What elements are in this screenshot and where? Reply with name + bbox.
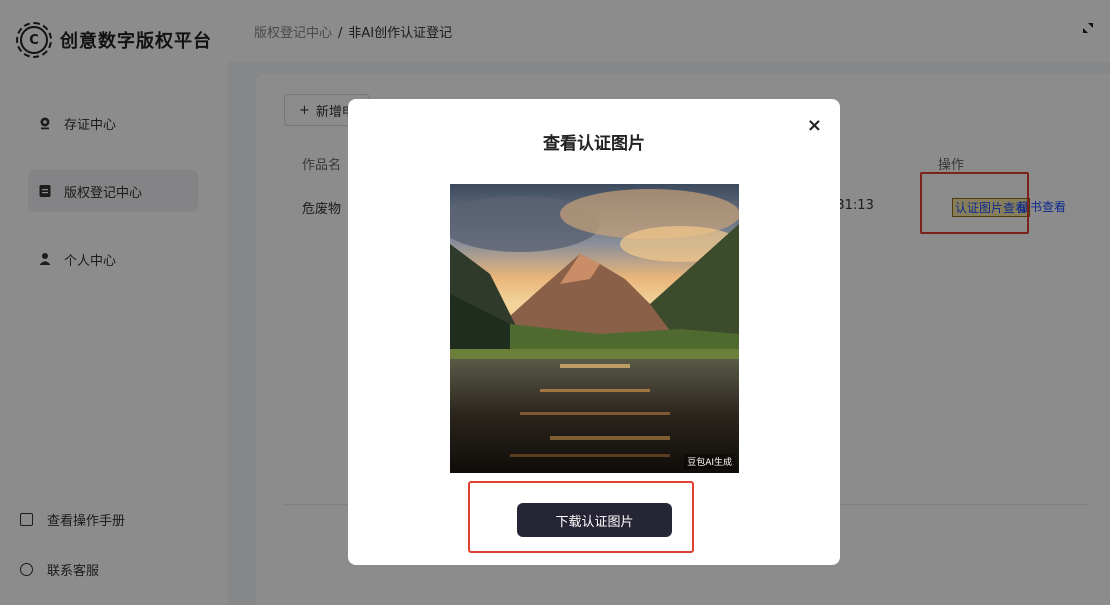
highlight-box — [468, 481, 694, 553]
modal-title: 查看认证图片 — [543, 134, 645, 154]
certification-image-modal: 查看认证图片 × 豆包AI生成 下载认证图片 — [348, 99, 840, 565]
landscape-photo — [450, 184, 739, 473]
close-icon[interactable]: × — [807, 115, 822, 136]
certification-image: 豆包AI生成 — [450, 184, 739, 473]
watermark: 豆包AI生成 — [684, 454, 735, 469]
